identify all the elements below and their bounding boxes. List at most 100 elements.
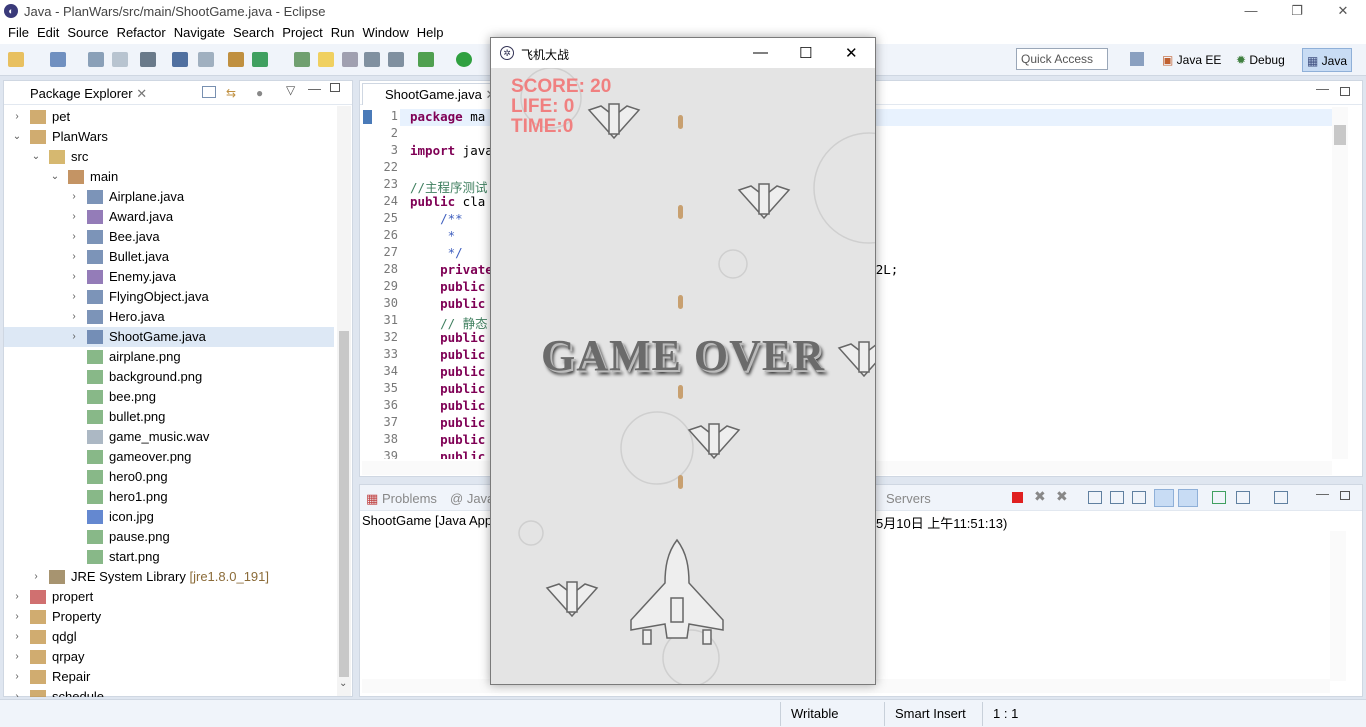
tree-item[interactable]: ⌄ PlanWars — [4, 127, 334, 147]
minimize-editor-icon[interactable]: — — [1316, 81, 1329, 96]
expand-arrow-icon[interactable]: › — [69, 187, 79, 207]
menu-window[interactable]: Window — [359, 24, 413, 40]
tree-item[interactable]: › Enemy.java — [4, 267, 334, 287]
run-icon[interactable] — [456, 52, 472, 67]
new-icon[interactable] — [8, 52, 24, 67]
tree-item[interactable]: › Property — [4, 607, 334, 627]
binary-icon[interactable] — [140, 52, 156, 67]
tree-item[interactable]: › qdgl — [4, 627, 334, 647]
tree-item[interactable]: ⌄ main — [4, 167, 334, 187]
menu-run[interactable]: Run — [327, 24, 359, 40]
game-minimize-button[interactable]: — — [753, 44, 768, 61]
tree-item[interactable]: › pet — [4, 107, 334, 127]
tree-item[interactable]: airplane.png — [4, 347, 334, 367]
console-vertical-scrollbar[interactable] — [1330, 531, 1346, 681]
search-type-icon[interactable] — [294, 52, 310, 67]
highlight-icon[interactable] — [318, 52, 334, 67]
expand-arrow-icon[interactable]: › — [69, 287, 79, 307]
expand-arrow-icon[interactable]: › — [69, 207, 79, 227]
close-button[interactable]: ✕ — [1320, 0, 1366, 24]
package-explorer-tab[interactable]: Package Explorer ✕ — [8, 84, 154, 104]
expand-arrow-icon[interactable]: › — [12, 667, 22, 687]
tree-item[interactable]: › Repair — [4, 667, 334, 687]
link-editor-icon[interactable]: ⇆ — [226, 86, 240, 100]
tree-item[interactable]: bee.png — [4, 387, 334, 407]
tree-item[interactable]: › Bullet.java — [4, 247, 334, 267]
clear-console-icon[interactable] — [1088, 491, 1102, 504]
collapse-all-icon[interactable] — [202, 86, 216, 98]
open-perspective-icon[interactable] — [1130, 52, 1144, 66]
menu-search[interactable]: Search — [229, 24, 278, 40]
debug-icon[interactable] — [418, 52, 434, 67]
pilcrow-icon[interactable] — [388, 52, 404, 67]
annotation-icon[interactable] — [342, 52, 358, 67]
scroll-lock-icon[interactable] — [1110, 491, 1124, 504]
menu-help[interactable]: Help — [413, 24, 448, 40]
game-close-button[interactable]: ✕ — [845, 44, 858, 62]
expand-arrow-icon[interactable]: ⌄ — [50, 167, 60, 187]
perspective-debug[interactable]: ✹ Debug — [1232, 48, 1289, 72]
terminate-icon[interactable] — [1012, 492, 1023, 503]
game-title-bar[interactable]: ✲ 飞机大战 — ☐ ✕ — [491, 38, 875, 68]
display-console-icon[interactable] — [1236, 491, 1250, 504]
tree-item[interactable]: start.png — [4, 547, 334, 567]
game-canvas[interactable]: SCORE: 20 LIFE: 0 TIME:0 GAME OVER — [491, 68, 875, 684]
close-tab-icon[interactable]: ✕ — [136, 86, 147, 101]
terminal-icon[interactable] — [172, 52, 188, 67]
tree-item[interactable]: ⌄ src — [4, 147, 334, 167]
tree-item[interactable]: › propert — [4, 587, 334, 607]
tab-servers[interactable]: Servers — [886, 491, 931, 506]
maximize-view-icon[interactable] — [330, 83, 340, 92]
explorer-scroll-thumb[interactable] — [339, 331, 349, 677]
save-all-icon[interactable] — [112, 52, 128, 67]
expand-arrow-icon[interactable]: › — [69, 227, 79, 247]
editor-vertical-scrollbar[interactable] — [1332, 107, 1348, 459]
block-icon[interactable] — [364, 52, 380, 67]
tree-item[interactable]: › Bee.java — [4, 227, 334, 247]
tree-item[interactable]: hero1.png — [4, 487, 334, 507]
maximize-console-icon[interactable] — [1340, 491, 1350, 500]
tree-item[interactable]: › ShootGame.java — [4, 327, 334, 347]
tree-item[interactable]: pause.png — [4, 527, 334, 547]
maximize-editor-icon[interactable] — [1340, 87, 1350, 96]
menu-file[interactable]: File — [4, 24, 33, 40]
perspective-java[interactable]: ▦ Java — [1302, 48, 1353, 72]
expand-arrow-icon[interactable]: ⌄ — [12, 127, 22, 147]
game-maximize-button[interactable]: ☐ — [799, 44, 812, 62]
quick-access-input[interactable]: Quick Access — [1016, 48, 1108, 70]
minimize-view-icon[interactable]: — — [308, 81, 321, 96]
menu-source[interactable]: Source — [63, 24, 112, 40]
tree-item[interactable]: game_music.wav — [4, 427, 334, 447]
open-console-icon[interactable] — [1274, 491, 1288, 504]
skip-breakpoints-icon[interactable] — [198, 52, 214, 67]
tree-item[interactable]: gameover.png — [4, 447, 334, 467]
show-on-output-icon[interactable] — [1154, 489, 1174, 507]
pin-console-icon[interactable] — [1212, 491, 1226, 504]
menu-navigate[interactable]: Navigate — [170, 24, 229, 40]
expand-arrow-icon[interactable]: › — [69, 327, 79, 347]
show-on-error-icon[interactable] — [1178, 489, 1198, 507]
expand-arrow-icon[interactable]: › — [12, 107, 22, 127]
tree-item[interactable]: › schedule — [4, 687, 334, 697]
game-window[interactable]: ✲ 飞机大战 — ☐ ✕ SCORE: 20 LIFE: 0 TIME:0 GA… — [490, 37, 876, 685]
new-project-icon[interactable] — [50, 52, 66, 67]
menu-edit[interactable]: Edit — [33, 24, 63, 40]
tab-javadoc[interactable]: @ Java — [450, 491, 494, 506]
minimize-console-icon[interactable]: — — [1316, 486, 1329, 501]
menu-refactor[interactable]: Refactor — [113, 24, 170, 40]
expand-arrow-icon[interactable]: ⌄ — [31, 147, 41, 167]
expand-arrow-icon[interactable]: › — [69, 267, 79, 287]
expand-arrow-icon[interactable]: › — [12, 647, 22, 667]
expand-arrow-icon[interactable]: › — [12, 627, 22, 647]
expand-arrow-icon[interactable]: › — [12, 607, 22, 627]
expand-arrow-icon[interactable]: › — [69, 247, 79, 267]
tree-item[interactable]: hero0.png — [4, 467, 334, 487]
minimize-button[interactable]: — — [1228, 0, 1274, 24]
tree-item[interactable]: › Hero.java — [4, 307, 334, 327]
remove-launch-icon[interactable]: ✖ — [1034, 488, 1046, 505]
package-new-icon[interactable] — [228, 52, 244, 67]
focus-icon[interactable]: ● — [256, 86, 270, 100]
word-wrap-icon[interactable] — [1132, 491, 1146, 504]
refresh-icon[interactable] — [252, 52, 268, 67]
tree-item[interactable]: › JRE System Library [jre1.8.0_191] — [4, 567, 334, 587]
